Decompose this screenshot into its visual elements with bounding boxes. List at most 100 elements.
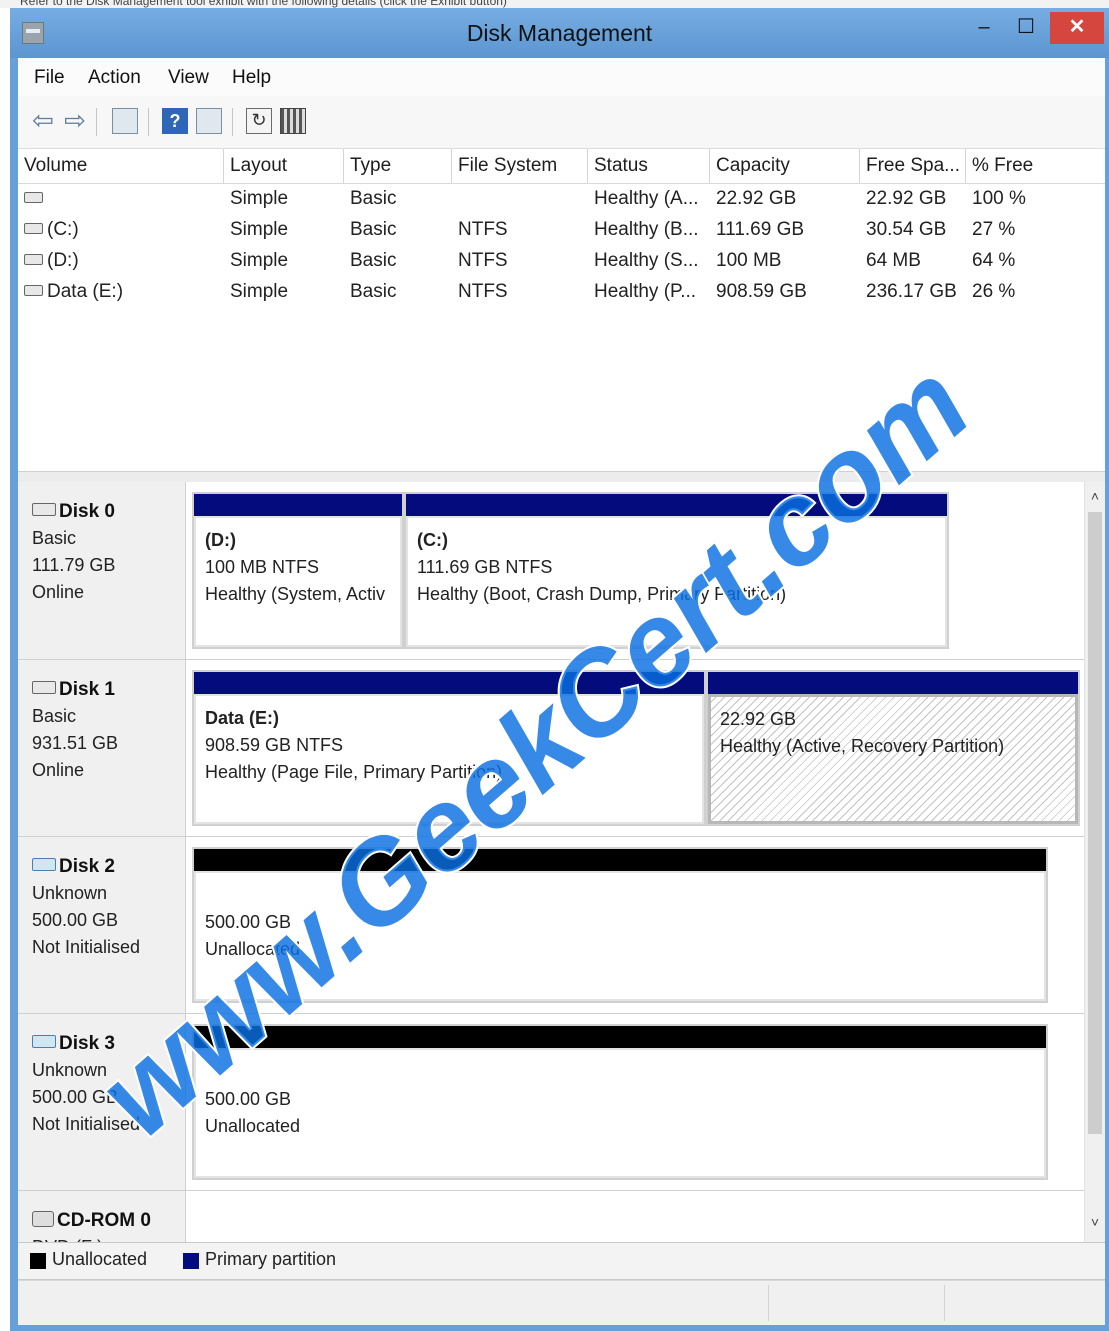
window-title: Disk Management [466,20,653,46]
back-arrow-icon[interactable]: ⇦ [30,107,56,134]
maximize-button[interactable]: ☐ [1006,12,1046,44]
status-cell: Healthy (S... [594,250,699,271]
disk-2-unallocated-status: Unallocated [205,939,301,959]
disk-2-row[interactable]: Disk 2 Unknown 500.00 GB Not Initialised… [18,837,1084,1014]
layout-cell: Simple [230,281,289,302]
disk-3-unallocated[interactable]: 500.00 GB Unallocated [192,1024,1048,1180]
disk-graphical-view: Disk 0 Basic 111.79 GB Online (D:) 100 M… [18,482,1105,1242]
disk-1-label[interactable]: Disk 1 Basic 931.51 GB Online [18,660,186,836]
column-header-volume[interactable]: Volume [18,149,224,183]
file-system-cell [452,183,588,214]
partition-c-name: (C:) [417,530,448,550]
free-space-cell: 30.54 GB [866,219,947,240]
type-cell: Basic [350,219,397,240]
cdrom-0-label[interactable]: CD-ROM 0 DVD (F:) [18,1191,186,1242]
disk-management-window: Disk Management – ☐ ✕ File Action View H… [10,8,1109,1331]
disk-2-type: Unknown [32,883,108,903]
recovery-partition[interactable]: 22.92 GB Healthy (Active, Recovery Parti… [706,670,1080,826]
column-header-free-space[interactable]: Free Spa... [860,149,966,183]
volume-cell [18,183,224,214]
scroll-down-arrow-icon[interactable]: ˅ [1085,1214,1105,1230]
volume-cell: Data (E:) [18,276,224,307]
cdrom-0-row[interactable]: CD-ROM 0 DVD (F:) [18,1191,1084,1242]
help-icon[interactable]: ? [162,108,188,134]
volume-cell: (C:) [18,214,224,245]
volume-icon [24,192,43,204]
cd-rom-icon [32,1210,54,1227]
disk-3-row[interactable]: Disk 3 Unknown 500.00 GB Not Initialised… [18,1014,1084,1191]
type-cell: Basic [350,281,397,302]
scroll-up-arrow-icon[interactable]: ˄ [1085,488,1105,504]
vertical-scrollbar[interactable]: ˄ ˅ [1084,482,1105,1242]
volume-list-header: Volume Layout Type File System Status Ca… [18,149,1105,184]
legend-primary-label: Primary partition [205,1249,337,1269]
disk-0-row[interactable]: Disk 0 Basic 111.79 GB Online (D:) 100 M… [18,482,1084,660]
disk-0-type: Basic [32,528,77,548]
table-row[interactable]: (D:) Simple Basic NTFS Healthy (S... 100… [18,245,1105,276]
disk-3-size: 500.00 GB [32,1087,119,1107]
column-header-percent-free[interactable]: % Free [966,149,1105,183]
close-button[interactable]: ✕ [1050,12,1104,44]
free-space-cell: 22.92 GB [866,188,947,209]
status-bar [18,1280,1105,1325]
scrollbar-thumb[interactable] [1088,512,1102,1134]
free-space-cell: 236.17 GB [866,281,957,302]
disk-3-unallocated-size: 500.00 GB [205,1089,292,1109]
show-hide-action-pane-icon[interactable] [196,108,222,134]
partition-e-name: Data (E:) [205,708,280,728]
column-header-status[interactable]: Status [588,149,710,183]
disk-1-type: Basic [32,706,77,726]
disk-3-unallocated-body: 500.00 GB Unallocated [194,1048,1046,1178]
volume-name: (D:) [47,250,79,271]
menu-action[interactable]: Action [88,67,141,89]
disk-1-row[interactable]: Disk 1 Basic 931.51 GB Online Data (E:) … [18,660,1084,837]
disk-0-label[interactable]: Disk 0 Basic 111.79 GB Online [18,482,186,659]
disk-3-label[interactable]: Disk 3 Unknown 500.00 GB Not Initialised [18,1014,186,1190]
column-header-type[interactable]: Type [344,149,452,183]
partition-d-status: Healthy (System, Activ [205,584,386,604]
disk-2-unallocated[interactable]: 500.00 GB Unallocated [192,847,1048,1003]
volume-icon [24,254,43,266]
partition-d-size: 100 MB NTFS [205,557,320,577]
refresh-icon[interactable]: ↻ [246,108,272,134]
menu-file[interactable]: File [34,67,65,89]
recovery-partition-size: 22.92 GB [720,709,797,729]
show-hide-console-tree-icon[interactable] [112,108,138,134]
partition-c-size: 111.69 GB NTFS [417,557,553,577]
partition-d[interactable]: (D:) 100 MB NTFS Healthy (System, Activ [192,492,404,649]
disk-2-label[interactable]: Disk 2 Unknown 500.00 GB Not Initialised [18,837,186,1013]
volume-name: Data (E:) [47,281,124,302]
column-header-capacity[interactable]: Capacity [710,149,860,183]
disk-3-name: Disk 3 [32,1030,185,1057]
primary-partition-bar [406,494,947,516]
minimize-button[interactable]: – [964,12,1004,44]
partition-c[interactable]: (C:) 111.69 GB NTFS Healthy (Boot, Crash… [404,492,949,649]
column-header-file-system[interactable]: File System [452,149,588,183]
disk-2-size: 500.00 GB [32,910,119,930]
table-row[interactable]: (C:) Simple Basic NTFS Healthy (B... 111… [18,214,1105,245]
disk-0-state: Online [32,582,85,602]
menu-help[interactable]: Help [232,67,271,89]
title-bar[interactable]: Disk Management – ☐ ✕ [10,8,1109,58]
volume-cell: (D:) [18,245,224,276]
volume-icon [24,285,43,297]
layout-cell: Simple [230,219,289,240]
partition-e[interactable]: Data (E:) 908.59 GB NTFS Healthy (Page F… [192,670,706,826]
layout-cell: Simple [230,188,289,209]
table-row[interactable]: Data (E:) Simple Basic NTFS Healthy (P..… [18,276,1105,307]
partition-d-name: (D:) [205,530,236,550]
disk-2-state: Not Initialised [32,937,141,957]
properties-icon[interactable] [280,108,306,134]
percent-free-cell: 27 % [972,219,1016,240]
menu-view[interactable]: View [168,67,209,89]
forward-arrow-icon[interactable]: ⇨ [62,107,88,134]
table-row[interactable]: Simple Basic Healthy (A... 22.92 GB 22.9… [18,183,1105,214]
unallocated-bar [194,1026,1046,1048]
column-header-layout[interactable]: Layout [224,149,344,183]
partition-c-status: Healthy (Boot, Crash Dump, Primary Parti… [417,584,787,604]
legend: Unallocated Primary partition [18,1242,1105,1280]
type-cell: Basic [350,188,397,209]
cdrom-0-name: CD-ROM 0 [32,1207,185,1234]
recovery-partition-status: Healthy (Active, Recovery Partition) [720,736,1005,756]
status-cell: Healthy (B... [594,219,699,240]
